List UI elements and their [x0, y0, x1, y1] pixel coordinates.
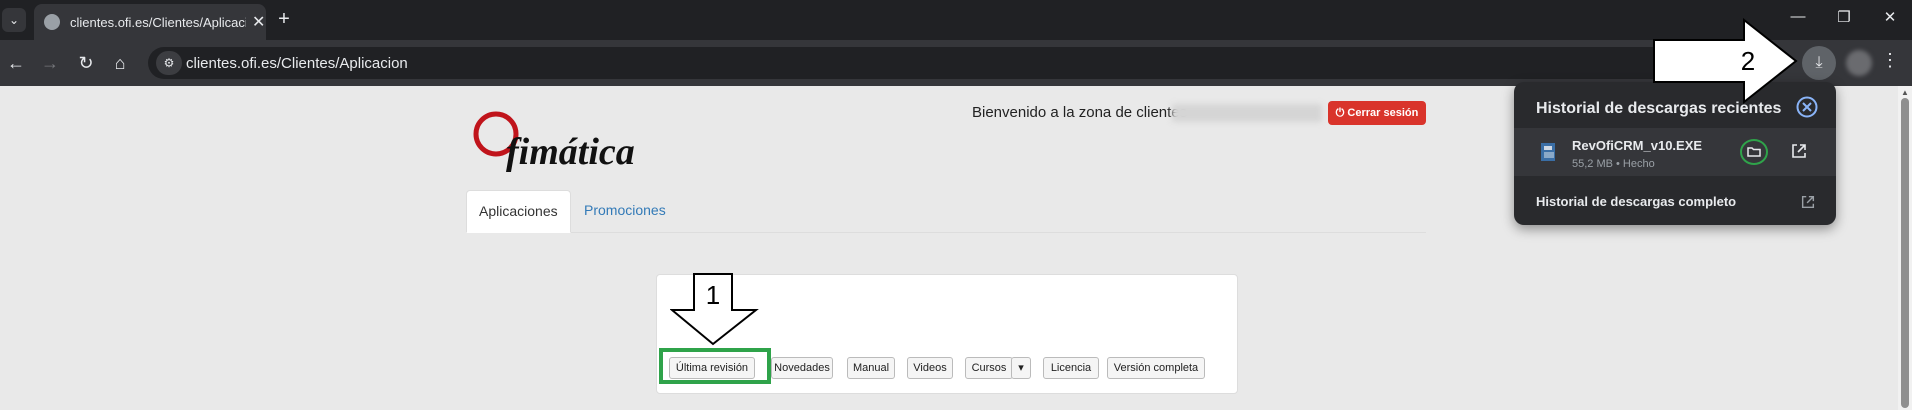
home-icon[interactable]: ⌂ — [106, 50, 134, 76]
tab-strip: ⌄ clientes.ofi.es/Clientes/Aplicacion ✕ … — [0, 0, 1912, 40]
logo-text: fimática — [506, 131, 635, 173]
logout-label: Cerrar sesión — [1347, 107, 1419, 119]
tab-title: clientes.ofi.es/Clientes/Aplicacion — [70, 14, 246, 30]
tab-search-icon[interactable]: ⌄ — [2, 8, 26, 32]
site-favicon-icon — [44, 14, 60, 30]
exe-file-icon — [1541, 143, 1555, 161]
version-completa-button[interactable]: Versión completa — [1107, 357, 1205, 379]
folder-icon[interactable] — [1740, 138, 1768, 166]
reload-icon[interactable]: ↻ — [72, 50, 100, 76]
ultima-revision-button[interactable]: Última revisión — [669, 357, 755, 379]
address-bar[interactable]: ⚙ clientes.ofi.es/Clientes/Aplicacion — [148, 47, 1768, 79]
annotation-label-2: 2 — [1741, 46, 1755, 76]
browser-toolbar: ← → ↻ ⌂ ⚙ clientes.ofi.es/Clientes/Aplic… — [0, 40, 1912, 86]
blurred-username — [1172, 104, 1322, 122]
ofimatica-logo: fimática — [473, 111, 635, 173]
cursos-button[interactable]: Cursos — [965, 357, 1013, 379]
browser-tab[interactable]: clientes.ofi.es/Clientes/Aplicacion ✕ — [34, 4, 266, 40]
novedades-button[interactable]: Novedades — [771, 357, 833, 379]
download-file-meta: 55,2 MB • Hecho — [1572, 158, 1655, 170]
forward-icon[interactable]: → — [36, 50, 64, 76]
annotation-arrow-2: 2 — [1653, 18, 1798, 104]
licencia-button[interactable]: Licencia — [1043, 357, 1099, 379]
tab-promociones[interactable]: Promociones — [572, 190, 678, 231]
back-icon[interactable]: ← — [2, 50, 30, 76]
annotation-label-1: 1 — [706, 280, 720, 310]
site-settings-icon[interactable]: ⚙ — [156, 51, 182, 75]
close-icon[interactable] — [1796, 96, 1818, 118]
download-file-name: RevOfiCRM_v10.EXE — [1572, 138, 1703, 153]
new-tab-button[interactable]: + — [272, 8, 296, 31]
scroll-up-icon[interactable]: ▲ — [1901, 88, 1909, 97]
open-external-icon[interactable] — [1790, 142, 1808, 160]
videos-button[interactable]: Videos — [907, 357, 953, 379]
restore-button[interactable]: ❐ — [1824, 8, 1864, 26]
scrollbar-thumb[interactable] — [1901, 98, 1909, 408]
cursos-dropdown-icon[interactable]: ▾ — [1011, 357, 1031, 379]
page-scrollbar[interactable]: ▲ — [1898, 86, 1912, 410]
welcome-text: Bienvenido a la zona de clientes — [972, 104, 1188, 121]
manual-button[interactable]: Manual — [847, 357, 895, 379]
menu-icon[interactable]: ⋮ — [1880, 50, 1900, 71]
tab-close-icon[interactable]: ✕ — [252, 12, 265, 32]
window-close-button[interactable]: ✕ — [1870, 8, 1910, 26]
annotation-arrow-1: 1 — [670, 273, 759, 346]
logout-button[interactable]: ⏻ Cerrar sesión — [1328, 101, 1426, 125]
url-text[interactable]: clientes.ofi.es/Clientes/Aplicacion — [186, 55, 408, 72]
power-icon: ⏻ — [1335, 107, 1348, 119]
download-item[interactable]: RevOfiCRM_v10.EXE 55,2 MB • Hecho — [1514, 128, 1836, 176]
avatar[interactable] — [1846, 50, 1872, 76]
open-history-icon[interactable] — [1800, 194, 1816, 210]
download-icon[interactable]: ⤓ — [1802, 46, 1836, 80]
nav-tabs: Aplicaciones Promociones — [466, 190, 1426, 233]
full-history-link[interactable]: Historial de descargas completo — [1536, 194, 1736, 209]
tab-aplicaciones[interactable]: Aplicaciones — [466, 190, 571, 233]
